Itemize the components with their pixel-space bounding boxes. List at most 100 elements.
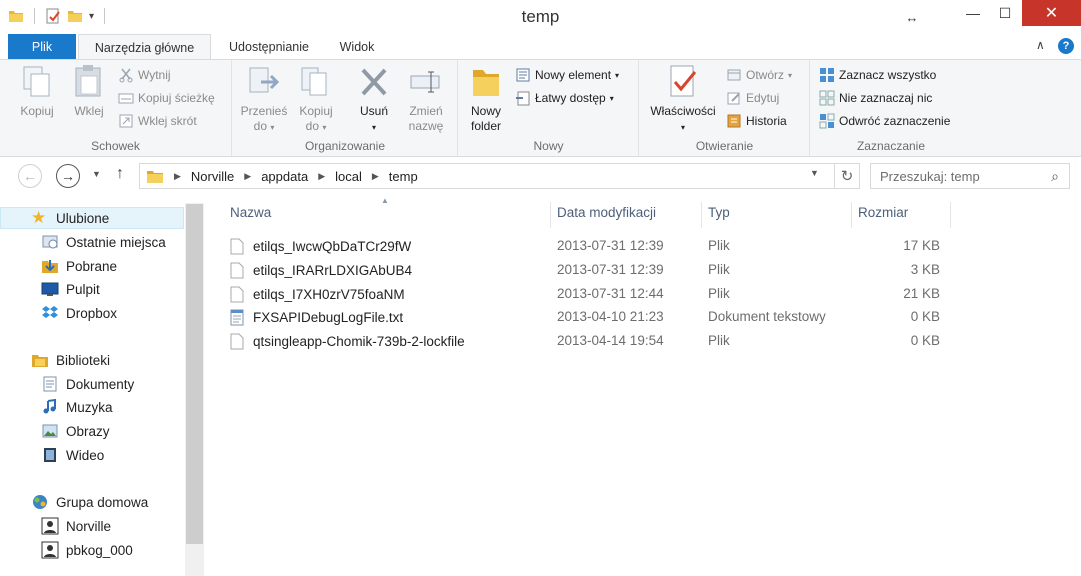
cut-button[interactable]: Wytnij [118, 67, 171, 83]
delete-button[interactable]: Usuń ▾ [347, 64, 401, 135]
column-separator[interactable] [950, 202, 951, 228]
user-avatar-icon [41, 541, 59, 559]
table-row[interactable]: qtsingleapp-Chomik-739b-2-lockfile 2013-… [230, 330, 950, 353]
nav-item-user-pbkog[interactable]: pbkog_000 [0, 539, 133, 561]
tab-view[interactable]: Widok [328, 34, 386, 60]
back-arrow-icon: ← [23, 168, 37, 184]
nav-item-desktop[interactable]: Pulpit [0, 278, 100, 300]
file-name: etilqs_I7XH0zrV75foaNM [253, 287, 405, 302]
rename-label-1: Zmień [409, 104, 443, 118]
invert-selection-button[interactable]: Odwróć zaznaczenie [819, 113, 950, 129]
nav-pane-scrollbar-thumb[interactable] [186, 204, 203, 544]
properties-button[interactable]: Właściwości ▾ [646, 64, 720, 135]
column-header-size[interactable]: Rozmiar [858, 198, 948, 228]
move-to-label-2: do [253, 119, 267, 133]
column-header-type[interactable]: Typ [708, 198, 848, 228]
nav-item-label: Pobrane [66, 258, 118, 274]
table-row[interactable]: FXSAPIDebugLogFile.txt 2013-04-10 21:23 … [230, 306, 950, 329]
refresh-button[interactable]: ↻ [835, 163, 860, 189]
paste-button[interactable]: Wklej [66, 64, 112, 119]
nav-item-pictures[interactable]: Obrazy [0, 420, 110, 442]
nav-item-videos[interactable]: Wideo [0, 444, 104, 466]
breadcrumb-chevron-icon[interactable]: ▶ [318, 171, 325, 182]
easy-access-button[interactable]: Łatwy dostęp ▾ [515, 90, 614, 106]
file-name: etilqs_IwcwQbDaTCr29fW [253, 239, 412, 254]
tab-home[interactable]: Narzędzia główne [78, 34, 211, 61]
file-size: 3 KB [910, 262, 940, 277]
up-arrow-icon[interactable]: ↑ [116, 165, 124, 183]
select-none-button[interactable]: Nie zaznaczaj nic [819, 90, 932, 106]
history-button[interactable]: Historia [726, 113, 787, 129]
back-button[interactable]: ← [18, 164, 42, 188]
column-header-name[interactable]: Nazwa [230, 198, 550, 228]
file-name: qtsingleapp-Chomik-739b-2-lockfile [253, 334, 465, 349]
table-row[interactable]: etilqs_IwcwQbDaTCr29fW 2013-07-31 12:39 … [230, 235, 950, 258]
open-group-label: Otwieranie [695, 139, 754, 153]
open-button[interactable]: Otwórz ▾ [726, 67, 792, 83]
new-item-button[interactable]: Nowy element ▾ [515, 67, 619, 83]
nav-item-music[interactable]: Muzyka [0, 396, 113, 418]
breadcrumb-chevron-icon[interactable]: ▶ [244, 171, 251, 182]
select-group: Zaznacz wszystko Nie zaznaczaj nic Odwró… [811, 60, 971, 156]
breadcrumb-appdata[interactable]: appdata [261, 169, 308, 184]
recent-locations-dropdown-icon[interactable]: ▼ [92, 169, 101, 179]
breadcrumb-chevron-icon[interactable]: ▶ [372, 171, 379, 182]
collapse-ribbon-icon[interactable]: ∧ [1036, 38, 1045, 52]
file-name-cell: etilqs_IRARrLDXIGAbUB4 [230, 262, 412, 279]
breadcrumb-chevron-icon[interactable]: ▶ [174, 171, 181, 182]
properties-check-icon [670, 65, 697, 97]
new-folder-button[interactable]: Nowy folder [463, 64, 509, 134]
search-input[interactable]: Przeszukaj: temp ⌕ [870, 163, 1070, 189]
move-to-button[interactable]: Przenieś do ▾ [239, 64, 289, 135]
edit-button[interactable]: Edytuj [726, 90, 779, 106]
column-separator[interactable] [701, 202, 702, 228]
paste-label: Wklej [74, 104, 104, 118]
nav-item-dropbox[interactable]: Dropbox [0, 302, 117, 324]
address-dropdown-icon[interactable]: ▼ [810, 168, 819, 178]
new-folder-label-1: Nowy [470, 104, 501, 118]
nav-item-label: Dropbox [66, 305, 118, 321]
copy-to-dropdown-icon: ▾ [322, 123, 327, 132]
copy-button[interactable]: Kopiuj [14, 64, 60, 119]
column-header-date[interactable]: Data modyfikacji [557, 198, 697, 228]
help-icon[interactable]: ? [1058, 38, 1074, 54]
close-button[interactable]: ✕ [1022, 0, 1081, 26]
folder-icon [147, 170, 163, 183]
select-all-button[interactable]: Zaznacz wszystko [819, 67, 936, 83]
open-group: Właściwości ▾ Otwórz ▾ Edytuj Historia O… [640, 60, 810, 156]
invert-selection-icon [819, 113, 835, 129]
navigation-bar: ← → ▼ ↑ ▶ Norville ▶ appdata ▶ local ▶ t… [0, 157, 1081, 195]
nav-item-favorites[interactable]: ★ Ulubione [0, 207, 184, 229]
blank-file-icon [230, 286, 244, 303]
breadcrumb-temp[interactable]: temp [389, 169, 418, 184]
move-to-dropdown-icon: ▾ [270, 123, 275, 132]
nav-item-libraries[interactable]: Biblioteki [0, 349, 110, 371]
tab-file[interactable]: Plik [8, 34, 76, 60]
address-bar[interactable]: ▶ Norville ▶ appdata ▶ local ▶ temp [139, 163, 835, 189]
tab-share[interactable]: Udostępnianie [214, 34, 324, 60]
refresh-icon: ↻ [840, 168, 854, 185]
cut-label: Wytnij [138, 68, 171, 82]
table-row[interactable]: etilqs_I7XH0zrV75foaNM 2013-07-31 12:44 … [230, 283, 950, 306]
copy-to-button[interactable]: Kopiuj do ▾ [291, 64, 341, 135]
breadcrumb-local[interactable]: local [335, 169, 362, 184]
column-separator[interactable] [851, 202, 852, 228]
edit-label: Edytuj [746, 91, 780, 105]
nav-item-user-norville[interactable]: Norville [0, 515, 111, 537]
breadcrumb-norville[interactable]: Norville [191, 169, 234, 184]
nav-item-recent[interactable]: Ostatnie miejsca [0, 231, 166, 253]
nav-item-homegroup[interactable]: Grupa domowa [0, 491, 148, 513]
paste-shortcut-button[interactable]: Wklej skrót [118, 113, 197, 129]
nav-item-downloads[interactable]: Pobrane [0, 255, 117, 277]
rename-button[interactable]: Zmień nazwę [401, 64, 451, 134]
maximize-button[interactable]: ☐ [990, 0, 1020, 26]
column-separator[interactable] [550, 202, 551, 228]
forward-button[interactable]: → [56, 164, 80, 188]
copy-path-button[interactable]: Kopiuj ścieżkę [118, 90, 215, 106]
table-row[interactable]: etilqs_IRARrLDXIGAbUB4 2013-07-31 12:39 … [230, 259, 950, 282]
history-label: Historia [746, 114, 787, 128]
nav-item-documents[interactable]: Dokumenty [0, 373, 134, 395]
delete-x-icon [361, 68, 387, 96]
minimize-button[interactable]: — [958, 0, 988, 26]
history-icon [727, 114, 741, 128]
